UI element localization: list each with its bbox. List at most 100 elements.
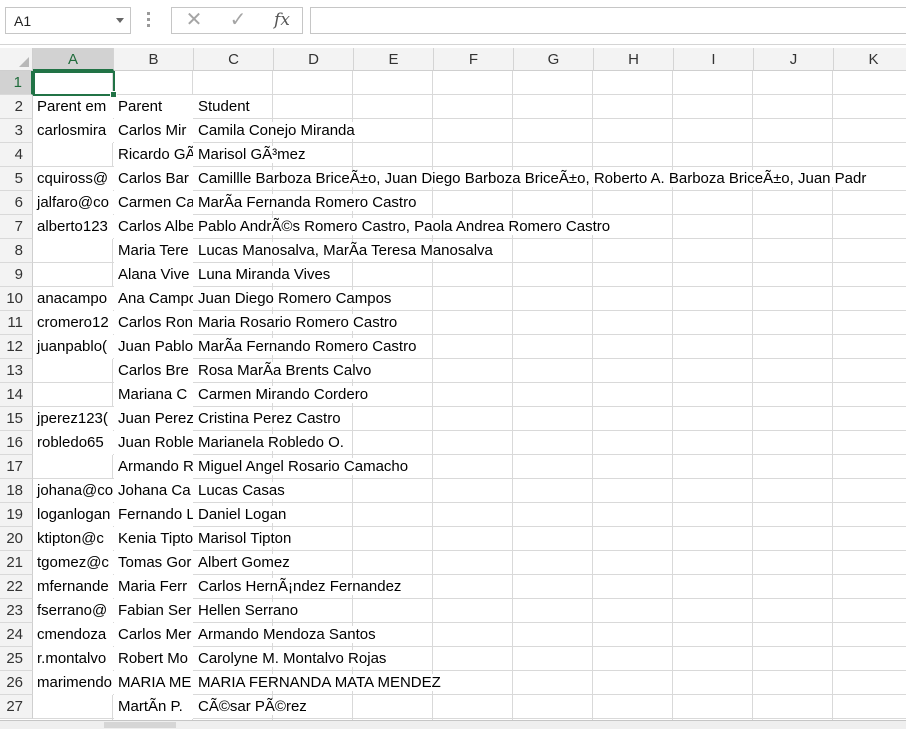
row-header-9[interactable]: 9: [0, 263, 33, 287]
cell-c13[interactable]: Rosa MarÃ­a Brents Calvo: [194, 359, 374, 383]
cell-b15[interactable]: Juan Perez: [114, 407, 193, 431]
cell-b20[interactable]: Kenia Tipto: [114, 527, 193, 551]
enter-icon[interactable]: ✓: [218, 8, 258, 33]
cell-a21[interactable]: tgomez@c: [33, 551, 113, 575]
row-header-11[interactable]: 11: [0, 311, 33, 335]
cell-b4[interactable]: Ricardo GÃ: [114, 143, 193, 167]
cell-b14[interactable]: Mariana C: [114, 383, 193, 407]
cell-a3[interactable]: carlosmira: [33, 119, 113, 143]
cell-b19[interactable]: Fernando L: [114, 503, 193, 527]
cell-c9[interactable]: Luna Miranda Vives: [194, 263, 333, 287]
column-header-i[interactable]: I: [674, 48, 754, 71]
cell-b13[interactable]: Carlos Bre: [114, 359, 193, 383]
cell-b26[interactable]: MARIA ME: [114, 671, 193, 695]
cell-c27[interactable]: CÃ©sar PÃ©rez: [194, 695, 309, 719]
row-header-15[interactable]: 15: [0, 407, 33, 431]
select-all-button[interactable]: [0, 48, 33, 71]
row-header-23[interactable]: 23: [0, 599, 33, 623]
cell-c24[interactable]: Armando Mendoza Santos: [194, 623, 378, 647]
cell-a5[interactable]: cquiross@: [33, 167, 113, 191]
cell-b16[interactable]: Juan Roble: [114, 431, 193, 455]
cell-a22[interactable]: mfernande: [33, 575, 113, 599]
cell-c11[interactable]: Maria Rosario Romero Castro: [194, 311, 400, 335]
chevron-down-icon[interactable]: [116, 18, 124, 23]
column-header-a[interactable]: A: [33, 48, 114, 71]
cell-b2[interactable]: Parent: [114, 95, 193, 119]
cell-c26[interactable]: MARIA FERNANDA MATA MENDEZ: [194, 671, 443, 695]
scrollbar-thumb[interactable]: [104, 722, 176, 728]
row-header-17[interactable]: 17: [0, 455, 33, 479]
row-header-19[interactable]: 19: [0, 503, 33, 527]
cell-b6[interactable]: Carmen Ca: [114, 191, 193, 215]
row-header-5[interactable]: 5: [0, 167, 33, 191]
cell-c3[interactable]: Camila Conejo Miranda: [194, 119, 357, 143]
row-header-16[interactable]: 16: [0, 431, 33, 455]
row-header-6[interactable]: 6: [0, 191, 33, 215]
formula-input[interactable]: [310, 7, 906, 34]
column-header-d[interactable]: D: [274, 48, 354, 71]
cell-a20[interactable]: ktipton@c: [33, 527, 113, 551]
cell-a12[interactable]: juanpablo(: [33, 335, 113, 359]
cell-a11[interactable]: cromero12: [33, 311, 113, 335]
cell-c8[interactable]: Lucas Manosalva, MarÃ­a Teresa Manosalva: [194, 239, 495, 263]
column-header-k[interactable]: K: [834, 48, 906, 71]
row-header-3[interactable]: 3: [0, 119, 33, 143]
row-header-21[interactable]: 21: [0, 551, 33, 575]
cell-a6[interactable]: jalfaro@co: [33, 191, 113, 215]
cell-b17[interactable]: Armando R: [114, 455, 193, 479]
cell-c20[interactable]: Marisol Tipton: [194, 527, 294, 551]
row-header-18[interactable]: 18: [0, 479, 33, 503]
row-header-27[interactable]: 27: [0, 695, 33, 719]
name-box[interactable]: A1: [5, 7, 131, 34]
row-header-13[interactable]: 13: [0, 359, 33, 383]
cell-a24[interactable]: cmendoza: [33, 623, 113, 647]
cell-b21[interactable]: Tomas Gor: [114, 551, 193, 575]
cell-a15[interactable]: jperez123(: [33, 407, 113, 431]
row-header-26[interactable]: 26: [0, 671, 33, 695]
row-header-1[interactable]: 1: [0, 71, 33, 95]
cell-c10[interactable]: Juan Diego Romero Campos: [194, 287, 394, 311]
cell-b24[interactable]: Carlos Mer: [114, 623, 193, 647]
cell-c5[interactable]: Camillle Barboza BriceÃ±o, Juan Diego Ba…: [194, 167, 869, 191]
column-header-f[interactable]: F: [434, 48, 514, 71]
drag-handle-icon[interactable]: [147, 12, 151, 32]
cell-c21[interactable]: Albert Gomez: [194, 551, 292, 575]
row-header-25[interactable]: 25: [0, 647, 33, 671]
cell-a16[interactable]: robledo65: [33, 431, 113, 455]
cell-c16[interactable]: Marianela Robledo O.: [194, 431, 346, 455]
column-header-h[interactable]: H: [594, 48, 674, 71]
cell-c2[interactable]: Student: [194, 95, 273, 119]
cell-a10[interactable]: anacampo: [33, 287, 113, 311]
column-header-e[interactable]: E: [354, 48, 434, 71]
cell-b9[interactable]: Alana Vive: [114, 263, 193, 287]
row-header-7[interactable]: 7: [0, 215, 33, 239]
cell-b5[interactable]: Carlos Bar: [114, 167, 193, 191]
cell-a25[interactable]: r.montalvo: [33, 647, 113, 671]
column-header-j[interactable]: J: [754, 48, 834, 71]
insert-function-icon[interactable]: fx: [262, 8, 302, 33]
cell-c22[interactable]: Carlos HernÃ¡ndez Fernandez: [194, 575, 404, 599]
cell-c25[interactable]: Carolyne M. Montalvo Rojas: [194, 647, 389, 671]
cell-b11[interactable]: Carlos Ron: [114, 311, 193, 335]
cancel-icon[interactable]: ✕: [174, 8, 214, 33]
column-header-b[interactable]: B: [114, 48, 194, 71]
active-cell-cursor[interactable]: [33, 71, 117, 98]
cell-c4[interactable]: Marisol GÃ³mez: [194, 143, 308, 167]
row-header-24[interactable]: 24: [0, 623, 33, 647]
cell-a2[interactable]: Parent em: [33, 95, 113, 119]
cell-b7[interactable]: Carlos Albe: [114, 215, 193, 239]
cell-b22[interactable]: Maria Ferr: [114, 575, 193, 599]
row-header-8[interactable]: 8: [0, 239, 33, 263]
cell-c14[interactable]: Carmen Mirando Cordero: [194, 383, 371, 407]
cell-b23[interactable]: Fabian Ser: [114, 599, 193, 623]
row-header-10[interactable]: 10: [0, 287, 33, 311]
cell-b3[interactable]: Carlos Mir: [114, 119, 193, 143]
cell-c18[interactable]: Lucas Casas: [194, 479, 287, 503]
row-header-22[interactable]: 22: [0, 575, 33, 599]
cell-b18[interactable]: Johana Ca: [114, 479, 193, 503]
row-header-20[interactable]: 20: [0, 527, 33, 551]
cell-c23[interactable]: Hellen Serrano: [194, 599, 301, 623]
cell-c15[interactable]: Cristina Perez Castro: [194, 407, 343, 431]
cell-b27[interactable]: MartÃ­n P.: [114, 695, 193, 719]
cell-a19[interactable]: loganlogan: [33, 503, 113, 527]
